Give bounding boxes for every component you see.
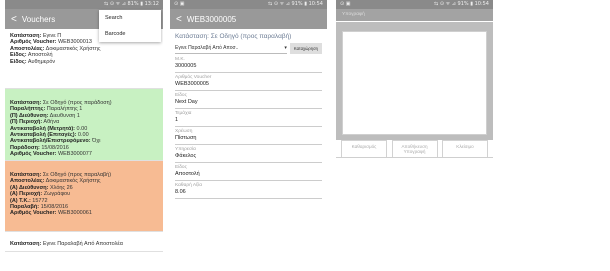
card-line-value: Παραλήπτης 1: [45, 106, 83, 113]
detail-field: Τεμάχια 1: [175, 111, 322, 127]
card-line-key: Αριθμός Voucher:: [10, 151, 57, 158]
card-line-key: Είδος:: [10, 52, 27, 59]
field-value[interactable]: Next Day: [175, 99, 322, 109]
signature-buttons: Καθαρισμός Αποθήκευση Υπογραφή Κλείσιμο: [341, 140, 488, 157]
card-line-key: (Α) Περιοχή:: [10, 191, 43, 198]
card-line-key: Αριθμός Voucher:: [10, 39, 57, 46]
signature-screen: ⊙ ▣ ⇆ ⊙ ᯤ ⊿ 91% ▮ 10:54 Υπογραφή Καθαρισ…: [336, 0, 493, 158]
detail-field: Είδος Next Day: [175, 93, 322, 109]
card-line-value: Εγινε Π: [41, 33, 62, 39]
voucher-card[interactable]: Κατάσταση: Εγινε Παραλαβή Από Αποστολέα: [5, 232, 163, 253]
card-line: Αριθμός Voucher: WEB3000077: [10, 151, 158, 157]
detail-field: Χρέωση Πίστωση: [175, 129, 322, 145]
voucher-detail-screen: ⊙ ▣ ⇆ ⊙ ᯤ ⊿ 91% ▮ 10:54 < WEB3000005 Κατ…: [170, 0, 327, 271]
save-signature-button[interactable]: Αποθήκευση Υπογραφή: [391, 140, 438, 157]
status-select-value: Εγινε Παραλαβή Από Αποσ..: [175, 45, 239, 51]
card-line: Κατάσταση: Εγινε Παραλαβή Από Αποστολέα: [10, 241, 158, 247]
voucher-card[interactable]: Κατάσταση: Σε Οδηγό (προς παραλαβή) Αποστ…: [5, 161, 163, 232]
signature-label: Υπογραφή: [336, 9, 493, 21]
card-line-key: (Α) Διεύθυνση:: [10, 184, 49, 191]
field-list: Μ.Κ. 3000005 Αριθμός Voucher WEB3000005 Είδο…: [175, 57, 322, 199]
save-status-button[interactable]: Καταχώρηση: [289, 43, 322, 54]
card-line-value: WEB3000013: [56, 39, 92, 46]
card-line-key: Αποστολέας:: [10, 45, 45, 52]
back-arrow-icon[interactable]: <: [176, 14, 182, 25]
card-line-key: (Π) Διεύθυνση:: [10, 112, 49, 119]
status-bar: ⊙ ▣ ⇆ ⊙ ᯤ ⊿ 91% ▮ 10:54: [170, 0, 327, 9]
field-value[interactable]: 1: [175, 117, 322, 127]
detail-field: Καθαρή Αξία 8.06: [175, 183, 322, 199]
card-line-key: Αριθμός Voucher:: [10, 210, 57, 217]
menu-item-search[interactable]: Search: [99, 10, 161, 26]
clear-button[interactable]: Καθαρισμός: [341, 140, 387, 157]
card-line-key: Αντικαταβολή/Επιστρεφόμενο:: [10, 138, 91, 145]
card-line-value: 15/08/2016: [39, 144, 69, 151]
card-line: Αριθμός Voucher: WEB3000061: [10, 210, 158, 216]
card-line-value: Αυθημερόν: [26, 58, 56, 65]
card-line-key: Παραλήπτης:: [10, 106, 46, 113]
page-title: Vouchers: [21, 14, 56, 24]
card-line-value: 0.00: [75, 125, 88, 132]
card-line-value: Όχι: [90, 138, 101, 145]
card-line-value: Ζωγράφου: [42, 191, 71, 198]
close-button[interactable]: Κλείσιμο: [442, 140, 488, 157]
card-line-value: 15/08/2016: [39, 204, 69, 211]
field-value[interactable]: Αποστολή: [175, 171, 322, 181]
voucher-form: Κατάσταση: Σε Οδηγό (προς παραλαβή) Εγιν…: [170, 29, 327, 199]
card-line-value: 0.00: [76, 132, 89, 139]
card-line-value: Εγινε Παραλαβή Από Αποστολέα: [41, 241, 123, 247]
card-line-value: Αθήνα: [42, 119, 60, 126]
card-line-value: WEB3000061: [56, 210, 92, 217]
status-select[interactable]: Εγινε Παραλαβή Από Αποσ.. ▾: [175, 43, 287, 54]
page-title: WEB3000005: [186, 14, 237, 24]
back-arrow-icon[interactable]: <: [11, 14, 17, 25]
field-value[interactable]: 8.06: [175, 189, 322, 199]
status-left: ⊙ ▣: [174, 1, 185, 7]
dropdown-arrow-icon: ▾: [284, 45, 287, 51]
voucher-status: Κατάσταση: Σε Οδηγό (προς παραλαβή): [175, 33, 292, 40]
card-line-value: WEB3000077: [56, 151, 92, 158]
card-line-key: Κατάσταση:: [10, 241, 42, 247]
card-line-key: Είδος:: [10, 58, 27, 65]
detail-field: Μ.Κ. 3000005: [175, 57, 322, 73]
card-line-key: Παραλαβή:: [10, 204, 40, 211]
overflow-menu: Search Barcode: [99, 10, 161, 42]
field-value[interactable]: 3000005: [175, 63, 322, 73]
signature-pad[interactable]: [342, 31, 487, 135]
vouchers-list-screen: ⇆ ⊙ ᯤ ⊿ 81% ▮ 13:12 < Vouchers Search Ba…: [5, 0, 163, 271]
card-line-key: Κατάσταση:: [10, 33, 42, 39]
card-line-key: Αποστολέας:: [10, 178, 45, 185]
status-right: ⇆ ⊙ ᯤ ⊿ 91% ▮ 10:54: [268, 1, 323, 7]
status-bar: ⊙ ▣ ⇆ ⊙ ᯤ ⊿ 91% ▮ 10:54: [336, 0, 493, 9]
card-line-value: Δοκιμαστικός Χρήστης: [44, 178, 101, 185]
detail-field: Υπηρεσία Φάκελος: [175, 147, 322, 163]
card-line-value: Αποστολή: [26, 52, 53, 59]
menu-item-barcode[interactable]: Barcode: [99, 26, 161, 42]
app-bar: < WEB3000005: [170, 9, 327, 29]
card-line-value: Διευθυνση 1: [48, 112, 80, 119]
status-right: ⇆ ⊙ ᯤ ⊿ 91% ▮ 10:54: [434, 1, 489, 7]
field-value[interactable]: WEB3000005: [175, 81, 322, 91]
card-line-value: Δοκιμαστικός Χρήστης: [44, 45, 101, 52]
field-value[interactable]: Πίστωση: [175, 135, 322, 145]
card-line-key: Αντικαταβολή (Επιταγές):: [10, 132, 77, 139]
card-line: Είδος: Αυθημερόν: [10, 59, 158, 65]
field-value[interactable]: Φάκελος: [175, 153, 322, 163]
voucher-card[interactable]: Κατάσταση: Σε Οδηγό (προς παράδοση) Παραλ…: [5, 89, 163, 161]
card-line-value: 15772: [30, 197, 48, 204]
status-right: ⇆ ⊙ ᯤ ⊿ 81% ▮ 13:12: [104, 1, 159, 7]
detail-field: Είδος Αποστολή: [175, 165, 322, 181]
card-line-key: Παράδοση:: [10, 144, 40, 151]
card-line-value: Χλόης 26: [48, 184, 73, 191]
card-line-key: Αντικαταβολή (Μετρητά):: [10, 125, 76, 132]
status-select-row: Εγινε Παραλαβή Από Αποσ.. ▾ Καταχώρηση: [175, 43, 322, 54]
card-line-key: (Π) Περιοχή:: [10, 119, 43, 126]
detail-field: Αριθμός Voucher WEB3000005: [175, 75, 322, 91]
card-line-key: (Α) Τ.Κ.:: [10, 197, 31, 204]
status-left: ⊙ ▣: [340, 1, 351, 7]
status-bar: ⇆ ⊙ ᯤ ⊿ 81% ▮ 13:12: [5, 0, 163, 9]
